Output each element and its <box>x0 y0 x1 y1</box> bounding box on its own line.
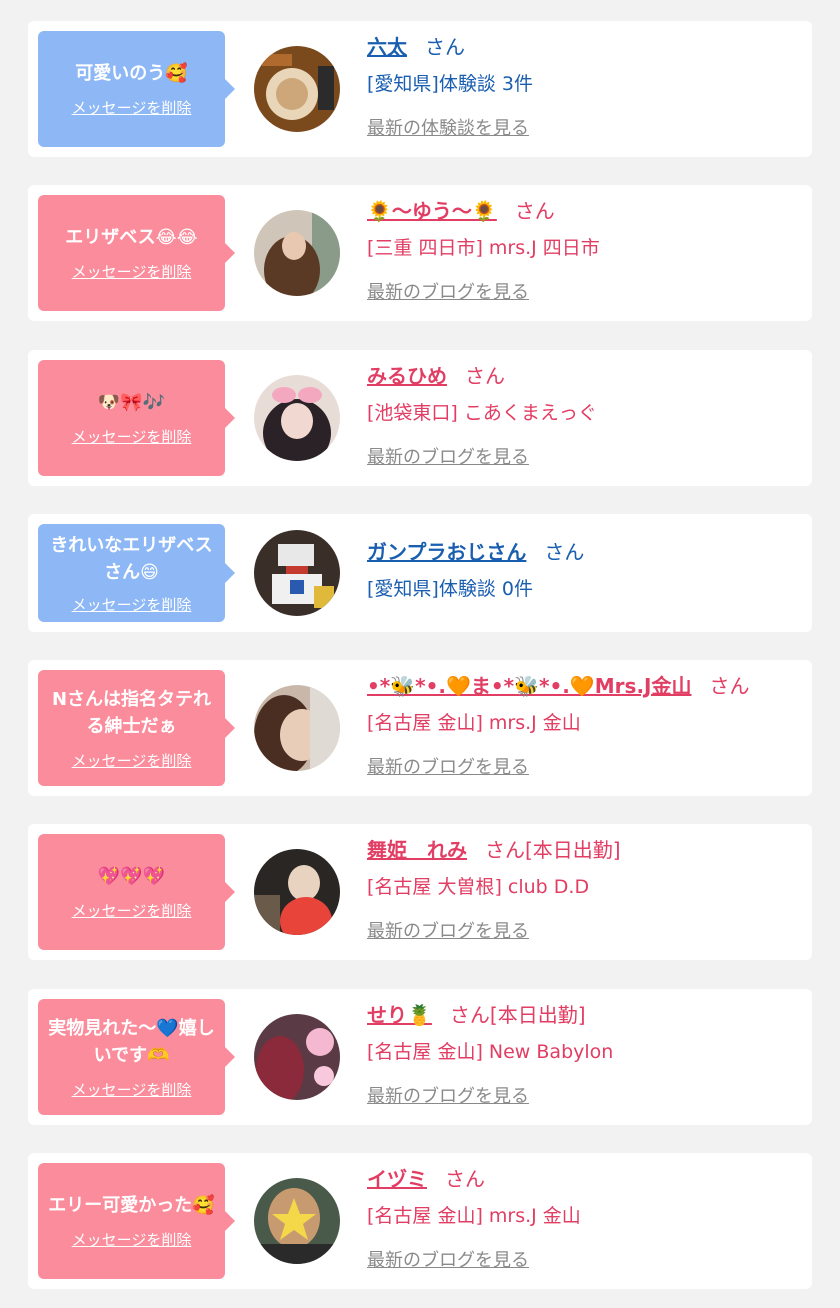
message-bubble: エリザベス😂😂 メッセージを削除 <box>38 195 235 311</box>
message-text: Nさんは指名タテれる紳士だぁ <box>51 688 212 737</box>
avatar[interactable] <box>254 1178 340 1264</box>
message-bubble: エリー可愛かった🥰 メッセージを削除 <box>38 1163 235 1279</box>
avatar-photo <box>254 46 340 132</box>
avatar[interactable] <box>254 375 340 461</box>
latest-link[interactable]: 最新のブログを見る <box>367 1249 529 1273</box>
name-row: •*🐝*•.🧡ま•*🐝*•.🧡Mrs.J金山 さん <box>367 672 802 700</box>
latest-link[interactable]: 最新のブログを見る <box>367 756 529 780</box>
delete-message-link[interactable]: メッセージを削除 <box>72 750 192 771</box>
avatar[interactable] <box>254 530 340 616</box>
name-row: 🌻〜ゆう〜🌻 さん <box>367 197 802 225</box>
shop-info: [名古屋 大曽根] club D.D <box>367 876 590 898</box>
latest-link[interactable]: 最新の体験談を見る <box>367 117 529 141</box>
delete-message-link[interactable]: メッセージを削除 <box>72 426 192 447</box>
honorific: さん <box>544 540 585 564</box>
profile-info: 🌻〜ゆう〜🌻 さん [三重 四日市] mrs.J 四日市 最新のブログを見る <box>367 197 802 305</box>
message-text: 🐶🎀🎶 <box>97 392 166 413</box>
message-text: エリザベス😂😂 <box>65 227 198 248</box>
delete-message-link[interactable]: メッセージを削除 <box>72 1229 192 1250</box>
name-row: 六太 さん <box>367 33 802 61</box>
profile-info: 舞姫 れみ さん[本日出勤] [名古屋 大曽根] club D.D 最新のブログを… <box>367 836 802 944</box>
message-bubble: 実物見れた〜💙嬉しいです🫶 メッセージを削除 <box>38 999 235 1115</box>
profile-name-link[interactable]: 🌻〜ゆう〜🌻 <box>367 199 497 223</box>
profile-info: 六太 さん [愛知県]体験談 3件 最新の体験談を見る <box>367 33 802 141</box>
delete-message-link[interactable]: メッセージを削除 <box>72 1079 192 1100</box>
avatar-photo <box>254 530 340 616</box>
message-bubble: 💖💖💖 メッセージを削除 <box>38 834 235 950</box>
avatar[interactable] <box>254 46 340 132</box>
message-text: 💖💖💖 <box>97 866 166 887</box>
delete-message-link[interactable]: メッセージを削除 <box>72 261 192 282</box>
message-text: エリー可愛かった🥰 <box>48 1195 215 1216</box>
profile-info: みるひめ さん [池袋東口] こあくまえっぐ 最新のブログを見る <box>367 362 802 470</box>
avatar[interactable] <box>254 210 340 296</box>
profile-name-link[interactable]: みるひめ <box>367 364 447 388</box>
message-text: 可愛いのう🥰 <box>75 63 188 84</box>
shop-info: [愛知県]体験談 0件 <box>367 578 533 600</box>
message-text: きれいなエリザベスさん😄 <box>50 534 213 583</box>
message-bubble: きれいなエリザベスさん😄 メッセージを削除 <box>38 524 235 622</box>
avatar-photo <box>254 375 340 461</box>
delete-message-link[interactable]: メッセージを削除 <box>72 594 192 615</box>
name-row: イヅミ さん <box>367 1165 802 1193</box>
profile-name-link[interactable]: 六太 <box>367 35 407 59</box>
message-card: エリザベス😂😂 メッセージを削除 🌻〜ゆう〜🌻 さん [三重 四日市] mrs.J… <box>28 185 812 321</box>
profile-info: イヅミ さん [名古屋 金山] mrs.J 金山 最新のブログを見る <box>367 1165 802 1273</box>
latest-link[interactable]: 最新のブログを見る <box>367 1085 529 1109</box>
avatar-photo <box>254 685 340 771</box>
delete-message-link[interactable]: メッセージを削除 <box>72 97 192 118</box>
shop-info: [名古屋 金山] mrs.J 金山 <box>367 712 581 734</box>
avatar-photo <box>254 1178 340 1264</box>
message-card: Nさんは指名タテれる紳士だぁ メッセージを削除 •*🐝*•.🧡ま•*🐝*•.🧡M… <box>28 660 812 796</box>
honorific: さん <box>514 199 555 223</box>
message-card: エリー可愛かった🥰 メッセージを削除 イヅミ さん [名古屋 金山] mrs.J … <box>28 1153 812 1289</box>
profile-name-link[interactable]: せり🍍 <box>367 1003 432 1027</box>
shop-info: [名古屋 金山] mrs.J 金山 <box>367 1205 581 1227</box>
message-card: 💖💖💖 メッセージを削除 舞姫 れみ さん[本日出勤] [名古屋 大曽根] clu… <box>28 824 812 960</box>
avatar-photo <box>254 210 340 296</box>
avatar[interactable] <box>254 1014 340 1100</box>
profile-name-link[interactable]: ガンプラおじさん <box>367 540 526 564</box>
avatar[interactable] <box>254 685 340 771</box>
profile-info: ガンプラおじさん さん [愛知県]体験談 0件 <box>367 538 802 602</box>
honorific: さん <box>465 364 505 388</box>
name-row: ガンプラおじさん さん <box>367 538 802 566</box>
profile-name-link[interactable]: イヅミ <box>367 1167 427 1191</box>
latest-link[interactable]: 最新のブログを見る <box>367 920 529 944</box>
name-row: せり🍍 さん[本日出勤] <box>367 1001 802 1029</box>
honorific: さん <box>425 35 465 59</box>
message-bubble: 可愛いのう🥰 メッセージを削除 <box>38 31 235 147</box>
message-card: 実物見れた〜💙嬉しいです🫶 メッセージを削除 せり🍍 さん[本日出勤] [名古屋 … <box>28 989 812 1125</box>
message-text: 実物見れた〜💙嬉しいです🫶 <box>48 1017 215 1066</box>
message-bubble: 🐶🎀🎶 メッセージを削除 <box>38 360 235 476</box>
message-card: きれいなエリザベスさん😄 メッセージを削除 ガンプラおじさん さん [愛知県]体験… <box>28 514 812 632</box>
shop-info: [名古屋 金山] New Babylon <box>367 1041 614 1063</box>
profile-info: せり🍍 さん[本日出勤] [名古屋 金山] New Babylon 最新のブログを… <box>367 1001 802 1109</box>
avatar[interactable] <box>254 849 340 935</box>
name-row: みるひめ さん <box>367 362 802 390</box>
avatar-photo <box>254 849 340 935</box>
honorific: さん[本日出勤] <box>449 1003 586 1027</box>
shop-info: [三重 四日市] mrs.J 四日市 <box>367 237 600 259</box>
profile-name-link[interactable]: 舞姫 れみ <box>367 838 467 862</box>
message-card: 🐶🎀🎶 メッセージを削除 みるひめ さん [池袋東口] こあくまえっぐ 最新のブロ… <box>28 350 812 486</box>
shop-info: [愛知県]体験談 3件 <box>367 73 533 95</box>
name-row: 舞姫 れみ さん[本日出勤] <box>367 836 802 864</box>
profile-name-link[interactable]: •*🐝*•.🧡ま•*🐝*•.🧡Mrs.J金山 <box>367 674 691 698</box>
latest-link[interactable]: 最新のブログを見る <box>367 281 529 305</box>
honorific: さん <box>445 1167 485 1191</box>
avatar-photo <box>254 1014 340 1100</box>
delete-message-link[interactable]: メッセージを削除 <box>72 900 192 921</box>
shop-info: [池袋東口] こあくまえっぐ <box>367 402 597 424</box>
latest-link[interactable]: 最新のブログを見る <box>367 446 529 470</box>
message-card: 可愛いのう🥰 メッセージを削除 六太 さん [愛知県]体験談 3件 最新の体験談を… <box>28 21 812 157</box>
honorific: さん[本日出勤] <box>485 838 621 862</box>
profile-info: •*🐝*•.🧡ま•*🐝*•.🧡Mrs.J金山 さん [名古屋 金山] mrs.J … <box>367 672 802 780</box>
honorific: さん <box>709 674 750 698</box>
message-bubble: Nさんは指名タテれる紳士だぁ メッセージを削除 <box>38 670 235 786</box>
